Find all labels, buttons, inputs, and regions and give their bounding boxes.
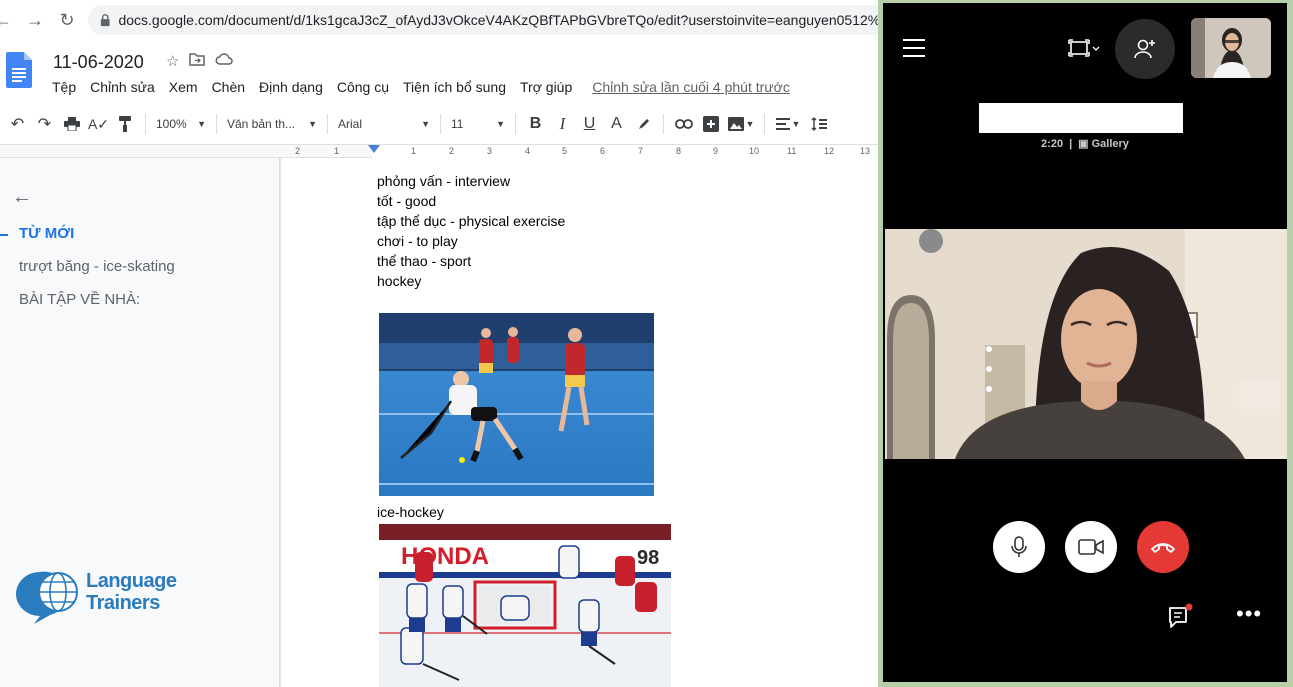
insert-image-icon[interactable]: ▼ [724,111,758,137]
chevron-down-icon: ▼ [421,119,430,129]
end-call-button[interactable] [1137,521,1189,573]
last-edit-link[interactable]: Chỉnh sửa lần cuối 4 phút trước [592,79,790,95]
microphone-icon [1011,536,1027,557]
add-person-icon [1134,39,1155,59]
microphone-button[interactable] [993,521,1045,573]
url-bar[interactable]: docs.google.com/document/d/1ks1gcaJ3cZ_o… [88,5,888,35]
close-outline-arrow-icon[interactable]: ← [12,186,32,209]
menu-help[interactable]: Trợ giúp [520,79,572,95]
chevron-down-icon: ▼ [308,119,317,129]
spellcheck-icon[interactable]: A✓ [85,111,112,137]
back-arrow-icon[interactable]: ← [0,5,18,35]
line-spacing-icon[interactable] [805,111,832,137]
document-page[interactable]: phỏng vấn - interview tốt - good tập thể… [280,158,878,687]
undo-icon[interactable]: ↶ [4,111,31,137]
google-docs-logo-icon[interactable] [6,52,32,88]
redo-icon[interactable]: ↷ [31,111,58,137]
star-icon[interactable]: ☆ [166,52,179,70]
video-camera-icon [1078,539,1104,555]
zoom-select[interactable]: 100% ▼ [152,117,210,131]
font-size-select[interactable]: 11 ▼ [447,117,509,131]
self-view-thumbnail[interactable] [1191,18,1271,78]
caller-name-redacted [979,103,1183,133]
menu-file[interactable]: Tệp [52,79,76,95]
bold-icon[interactable]: B [522,111,549,137]
hang-up-icon [1151,543,1175,553]
menu-insert[interactable]: Chèn [212,79,245,95]
call-duration: 2:20 [1041,138,1064,150]
italic-icon[interactable]: I [549,111,576,137]
add-comment-icon[interactable] [697,111,724,137]
menu-hamburger-icon[interactable] [903,39,925,57]
vocab-line: phỏng vấn - interview [377,173,511,189]
document-outline-panel: ← TỪ MỚI trượt băng - ice-skating BÀI TẬ… [0,158,280,687]
speech-bubble-globe-icon [16,571,78,624]
vocab-line: chơi - to play [377,233,458,249]
menu-addons[interactable]: Tiện ích bổ sung [403,79,506,95]
formatting-toolbar: ↶ ↷ A✓ 100% ▼ Văn bản th... ▼ Arial ▼ 11 ▼ B… [0,104,878,144]
rink-ad-text: HONDA [401,543,489,570]
video-call-window: 2:20 | ▣ Gallery ••• [878,0,1293,687]
print-icon[interactable] [58,111,85,137]
vocab-line: thể thao - sport [377,253,472,269]
browser-address-bar: ← → ↻ docs.google.com/document/d/1ks1gca… [0,0,888,40]
ice-hockey-image[interactable]: HONDA 98 [379,524,671,687]
document-title[interactable]: 11-06-2020 [53,52,144,73]
add-participant-button[interactable] [1115,19,1175,79]
language-trainers-logo: Language Trainers [14,570,184,624]
vocab-line: tập thể dục - physical exercise [377,213,566,229]
font-select[interactable]: Arial ▼ [334,117,434,131]
cloud-saved-icon[interactable] [215,52,234,66]
logo-text-trainers: Trainers [86,592,160,614]
menu-edit[interactable]: Chỉnh sửa [90,79,155,95]
menu-tools[interactable]: Công cụ [337,79,389,95]
chevron-down-icon: ▼ [496,119,505,129]
chevron-down-icon: ▼ [197,119,206,129]
gallery-icon[interactable]: ▣ [1078,138,1088,150]
jersey-number: 98 [637,547,659,569]
vocab-line: hockey [377,273,422,289]
logo-text-language: Language [86,570,177,592]
outline-item-bai-tap[interactable]: BÀI TẬP VỀ NHÀ: [19,291,140,308]
menu-bar: Tệp Chỉnh sửa Xem Chèn Định dạng Công cụ… [52,79,790,95]
call-status: 2:20 | ▣ Gallery [1041,138,1129,150]
remote-participant-video[interactable] [885,229,1287,459]
move-folder-icon[interactable] [189,52,206,66]
ruler[interactable]: 2 1 1 2 3 4 5 6 7 8 9 10 11 12 13 [0,144,878,158]
chat-icon[interactable] [1167,603,1193,629]
field-hockey-image[interactable] [379,313,654,496]
vocab-line: tốt - good [377,193,437,209]
paint-format-icon[interactable] [112,111,139,137]
camera-button[interactable] [1065,521,1117,573]
url-text: docs.google.com/document/d/1ks1gcaJ3cZ_o… [118,12,888,28]
outline-item-tu-moi[interactable]: TỪ MỚI [19,225,74,242]
outline-item-truot-bang[interactable]: trượt băng - ice-skating [19,258,175,275]
more-options-icon[interactable]: ••• [1236,603,1262,625]
link-icon[interactable] [670,111,697,137]
lock-icon [100,14,110,27]
menu-view[interactable]: Xem [169,79,198,95]
indent-marker[interactable] [368,145,380,153]
screen-share-icon[interactable] [1068,39,1100,57]
text-color-icon[interactable]: A [603,111,630,137]
docs-header: 11-06-2020 ☆ Tệp Chỉnh sửa Xem Chèn Định… [0,40,878,104]
gallery-view-label[interactable]: Gallery [1092,138,1129,150]
underline-icon[interactable]: U [576,111,603,137]
paragraph-style-select[interactable]: Văn bản th... ▼ [223,117,321,131]
menu-format[interactable]: Định dạng [259,79,323,95]
align-icon[interactable]: ▼ [771,111,805,137]
image-caption: ice-hockey [377,504,444,520]
reload-icon[interactable]: ↻ [52,5,82,35]
highlight-icon[interactable] [630,111,657,137]
forward-arrow-icon[interactable]: → [20,5,50,35]
